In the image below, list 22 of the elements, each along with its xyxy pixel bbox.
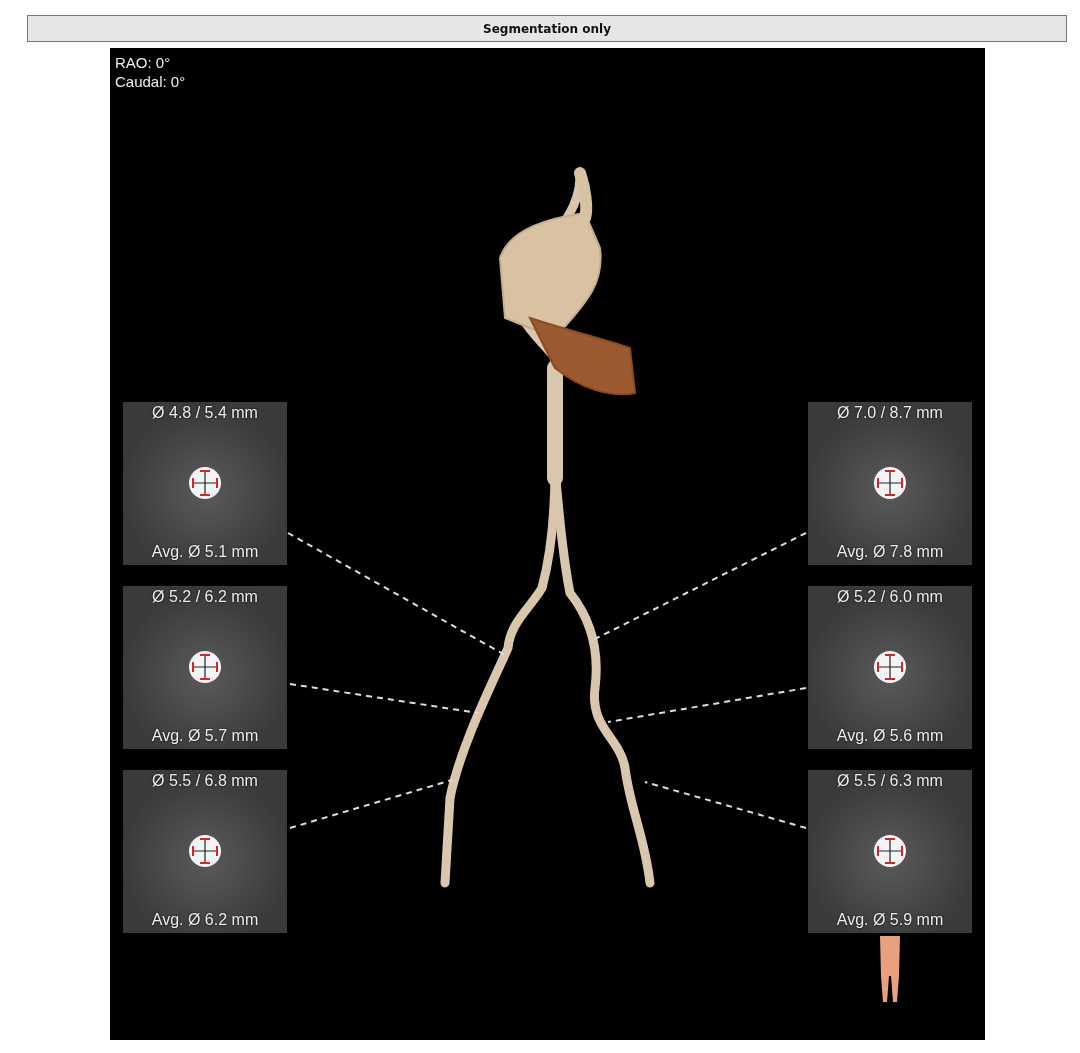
view-title-bar: Segmentation only (27, 15, 1067, 42)
average-diameter-label: Avg. Ø 5.1 mm (151, 543, 259, 561)
average-diameter-label: Avg. Ø 5.9 mm (836, 911, 944, 929)
diameter-label: Ø 5.2 / 6.2 mm (152, 588, 258, 606)
average-diameter-label: Avg. Ø 5.7 mm (151, 727, 259, 745)
vessel-measure-icon (187, 464, 223, 501)
diameter-label: Ø 5.5 / 6.8 mm (152, 772, 258, 790)
diameter-label: Ø 5.2 / 6.0 mm (837, 588, 943, 606)
average-diameter-label: Avg. Ø 7.8 mm (836, 543, 944, 561)
diameter-label: Ø 5.5 / 6.3 mm (837, 772, 943, 790)
vessel-measure-icon (872, 648, 908, 685)
average-diameter-label: Avg. Ø 6.2 mm (151, 911, 259, 929)
average-diameter-label: Avg. Ø 5.6 mm (836, 727, 944, 745)
diameter-label: Ø 7.0 / 8.7 mm (837, 404, 943, 422)
vessel-measure-icon (872, 832, 908, 869)
diameter-label: Ø 4.8 / 5.4 mm (152, 404, 258, 422)
orientation-label: RAO: 0° (115, 53, 171, 72)
orientation-label: Caudal: 0° (115, 72, 186, 91)
vessel-measure-icon (872, 464, 908, 501)
vessel-measure-icon (187, 648, 223, 685)
3d-viewport[interactable]: RAO: 0° Caudal: 0° Ø 4.8 / 5.4 mm Avg. Ø 5.1 mm Ø 5.2 / 6.2 mm Avg. Ø 5.7 mm Ø 5.5 / 6.8 mm Avg. Ø 6.2 mm Ø 7.0 / 8.7 mm Avg. Ø 7.8 mm Ø 5.2 / 6.0 mm Avg. Ø 5.6 mm Ø 5.5 / 6.3 mm Avg. Ø 5.9 mm (110, 48, 985, 1040)
vessel-measure-icon (187, 832, 223, 869)
